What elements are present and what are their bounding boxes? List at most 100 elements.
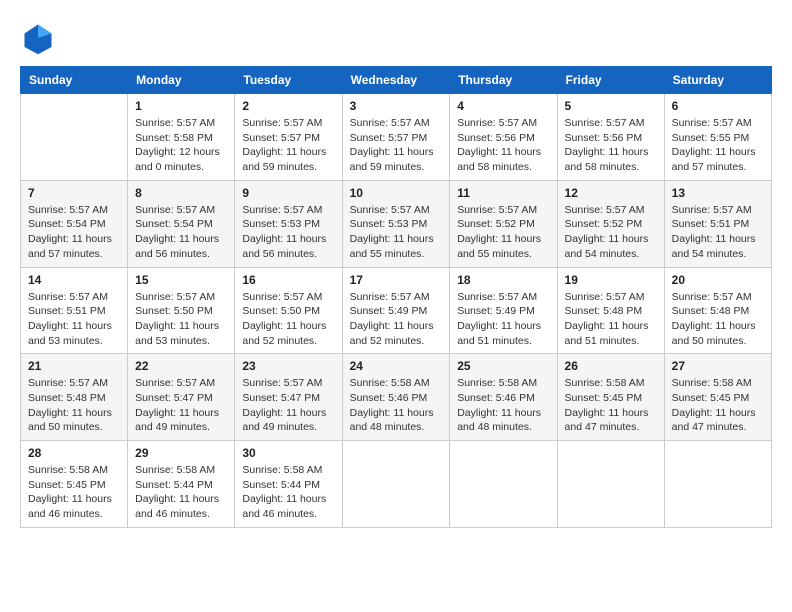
logo [20, 20, 60, 56]
day-number: 7 [28, 186, 120, 200]
day-number: 5 [565, 99, 657, 113]
weekday-header-friday: Friday [557, 67, 664, 94]
day-number: 30 [242, 446, 334, 460]
day-info: Sunrise: 5:58 AMSunset: 5:45 PMDaylight:… [565, 376, 657, 435]
calendar-cell [342, 441, 450, 528]
calendar-body: 1 Sunrise: 5:57 AMSunset: 5:58 PMDaylight… [21, 94, 772, 528]
day-number: 10 [350, 186, 443, 200]
calendar-cell [557, 441, 664, 528]
day-number: 8 [135, 186, 227, 200]
day-number: 9 [242, 186, 334, 200]
calendar-week-row: 28 Sunrise: 5:58 AMSunset: 5:45 PMDayligh… [21, 441, 772, 528]
day-info: Sunrise: 5:58 AMSunset: 5:46 PMDaylight:… [457, 376, 549, 435]
day-info: Sunrise: 5:57 AMSunset: 5:53 PMDaylight:… [350, 203, 443, 262]
day-info: Sunrise: 5:57 AMSunset: 5:50 PMDaylight:… [242, 290, 334, 349]
calendar-cell: 21 Sunrise: 5:57 AMSunset: 5:48 PMDayligh… [21, 354, 128, 441]
day-number: 28 [28, 446, 120, 460]
day-info: Sunrise: 5:57 AMSunset: 5:48 PMDaylight:… [672, 290, 764, 349]
day-number: 1 [135, 99, 227, 113]
day-number: 22 [135, 359, 227, 373]
calendar-cell: 13 Sunrise: 5:57 AMSunset: 5:51 PMDayligh… [664, 180, 771, 267]
day-info: Sunrise: 5:57 AMSunset: 5:56 PMDaylight:… [457, 116, 549, 175]
day-info: Sunrise: 5:57 AMSunset: 5:56 PMDaylight:… [565, 116, 657, 175]
day-number: 6 [672, 99, 764, 113]
day-number: 27 [672, 359, 764, 373]
day-info: Sunrise: 5:57 AMSunset: 5:55 PMDaylight:… [672, 116, 764, 175]
calendar-cell: 20 Sunrise: 5:57 AMSunset: 5:48 PMDayligh… [664, 267, 771, 354]
calendar-cell: 7 Sunrise: 5:57 AMSunset: 5:54 PMDaylight… [21, 180, 128, 267]
calendar-cell: 1 Sunrise: 5:57 AMSunset: 5:58 PMDaylight… [128, 94, 235, 181]
calendar-cell: 11Sunrise: 5:57 AMSunset: 5:52 PMDayligh… [450, 180, 557, 267]
day-info: Sunrise: 5:57 AMSunset: 5:52 PMDaylight:… [457, 203, 549, 262]
weekday-header-thursday: Thursday [450, 67, 557, 94]
day-number: 13 [672, 186, 764, 200]
day-info: Sunrise: 5:57 AMSunset: 5:57 PMDaylight:… [350, 116, 443, 175]
day-number: 3 [350, 99, 443, 113]
day-number: 17 [350, 273, 443, 287]
day-info: Sunrise: 5:57 AMSunset: 5:54 PMDaylight:… [28, 203, 120, 262]
day-info: Sunrise: 5:57 AMSunset: 5:51 PMDaylight:… [672, 203, 764, 262]
calendar-cell: 16 Sunrise: 5:57 AMSunset: 5:50 PMDayligh… [235, 267, 342, 354]
day-info: Sunrise: 5:58 AMSunset: 5:44 PMDaylight:… [242, 463, 334, 522]
day-number: 20 [672, 273, 764, 287]
day-number: 4 [457, 99, 549, 113]
calendar-cell: 22 Sunrise: 5:57 AMSunset: 5:47 PMDayligh… [128, 354, 235, 441]
weekday-header-tuesday: Tuesday [235, 67, 342, 94]
day-number: 29 [135, 446, 227, 460]
day-number: 19 [565, 273, 657, 287]
day-number: 23 [242, 359, 334, 373]
calendar-cell: 9 Sunrise: 5:57 AMSunset: 5:53 PMDaylight… [235, 180, 342, 267]
calendar-cell: 17Sunrise: 5:57 AMSunset: 5:49 PMDayligh… [342, 267, 450, 354]
day-number: 25 [457, 359, 549, 373]
calendar-cell [664, 441, 771, 528]
calendar-cell: 19Sunrise: 5:57 AMSunset: 5:48 PMDayligh… [557, 267, 664, 354]
calendar-cell: 24 Sunrise: 5:58 AMSunset: 5:46 PMDayligh… [342, 354, 450, 441]
calendar-table: SundayMondayTuesdayWednesdayThursdayFrid… [20, 66, 772, 528]
day-number: 21 [28, 359, 120, 373]
calendar-cell: 5 Sunrise: 5:57 AMSunset: 5:56 PMDaylight… [557, 94, 664, 181]
day-info: Sunrise: 5:57 AMSunset: 5:54 PMDaylight:… [135, 203, 227, 262]
day-info: Sunrise: 5:58 AMSunset: 5:45 PMDaylight:… [28, 463, 120, 522]
weekday-header-saturday: Saturday [664, 67, 771, 94]
day-number: 2 [242, 99, 334, 113]
day-number: 26 [565, 359, 657, 373]
calendar-cell [21, 94, 128, 181]
weekday-header-sunday: Sunday [21, 67, 128, 94]
calendar-cell: 2 Sunrise: 5:57 AMSunset: 5:57 PMDaylight… [235, 94, 342, 181]
logo-icon [20, 20, 56, 56]
calendar-cell: 18Sunrise: 5:57 AMSunset: 5:49 PMDayligh… [450, 267, 557, 354]
calendar-week-row: 21 Sunrise: 5:57 AMSunset: 5:48 PMDayligh… [21, 354, 772, 441]
calendar-week-row: 7 Sunrise: 5:57 AMSunset: 5:54 PMDaylight… [21, 180, 772, 267]
weekday-header-wednesday: Wednesday [342, 67, 450, 94]
calendar-cell: 15Sunrise: 5:57 AMSunset: 5:50 PMDayligh… [128, 267, 235, 354]
calendar-cell: 23 Sunrise: 5:57 AMSunset: 5:47 PMDayligh… [235, 354, 342, 441]
calendar-cell: 10 Sunrise: 5:57 AMSunset: 5:53 PMDayligh… [342, 180, 450, 267]
day-info: Sunrise: 5:57 AMSunset: 5:58 PMDaylight:… [135, 116, 227, 175]
day-number: 24 [350, 359, 443, 373]
calendar-cell: 28 Sunrise: 5:58 AMSunset: 5:45 PMDayligh… [21, 441, 128, 528]
day-info: Sunrise: 5:57 AMSunset: 5:57 PMDaylight:… [242, 116, 334, 175]
day-number: 14 [28, 273, 120, 287]
calendar-cell: 30 Sunrise: 5:58 AMSunset: 5:44 PMDayligh… [235, 441, 342, 528]
day-info: Sunrise: 5:57 AMSunset: 5:47 PMDaylight:… [242, 376, 334, 435]
day-info: Sunrise: 5:58 AMSunset: 5:45 PMDaylight:… [672, 376, 764, 435]
calendar-cell: 3 Sunrise: 5:57 AMSunset: 5:57 PMDaylight… [342, 94, 450, 181]
day-info: Sunrise: 5:57 AMSunset: 5:47 PMDaylight:… [135, 376, 227, 435]
calendar-cell: 14 Sunrise: 5:57 AMSunset: 5:51 PMDayligh… [21, 267, 128, 354]
calendar-cell [450, 441, 557, 528]
weekday-header-monday: Monday [128, 67, 235, 94]
day-info: Sunrise: 5:57 AMSunset: 5:53 PMDaylight:… [242, 203, 334, 262]
day-info: Sunrise: 5:58 AMSunset: 5:44 PMDaylight:… [135, 463, 227, 522]
day-info: Sunrise: 5:57 AMSunset: 5:48 PMDaylight:… [28, 376, 120, 435]
day-info: Sunrise: 5:58 AMSunset: 5:46 PMDaylight:… [350, 376, 443, 435]
calendar-header: SundayMondayTuesdayWednesdayThursdayFrid… [21, 67, 772, 94]
weekday-header-row: SundayMondayTuesdayWednesdayThursdayFrid… [21, 67, 772, 94]
day-info: Sunrise: 5:57 AMSunset: 5:52 PMDaylight:… [565, 203, 657, 262]
day-number: 16 [242, 273, 334, 287]
calendar-cell: 8 Sunrise: 5:57 AMSunset: 5:54 PMDaylight… [128, 180, 235, 267]
day-info: Sunrise: 5:57 AMSunset: 5:51 PMDaylight:… [28, 290, 120, 349]
calendar-cell: 26 Sunrise: 5:58 AMSunset: 5:45 PMDayligh… [557, 354, 664, 441]
day-number: 12 [565, 186, 657, 200]
calendar-cell: 29 Sunrise: 5:58 AMSunset: 5:44 PMDayligh… [128, 441, 235, 528]
day-info: Sunrise: 5:57 AMSunset: 5:50 PMDaylight:… [135, 290, 227, 349]
